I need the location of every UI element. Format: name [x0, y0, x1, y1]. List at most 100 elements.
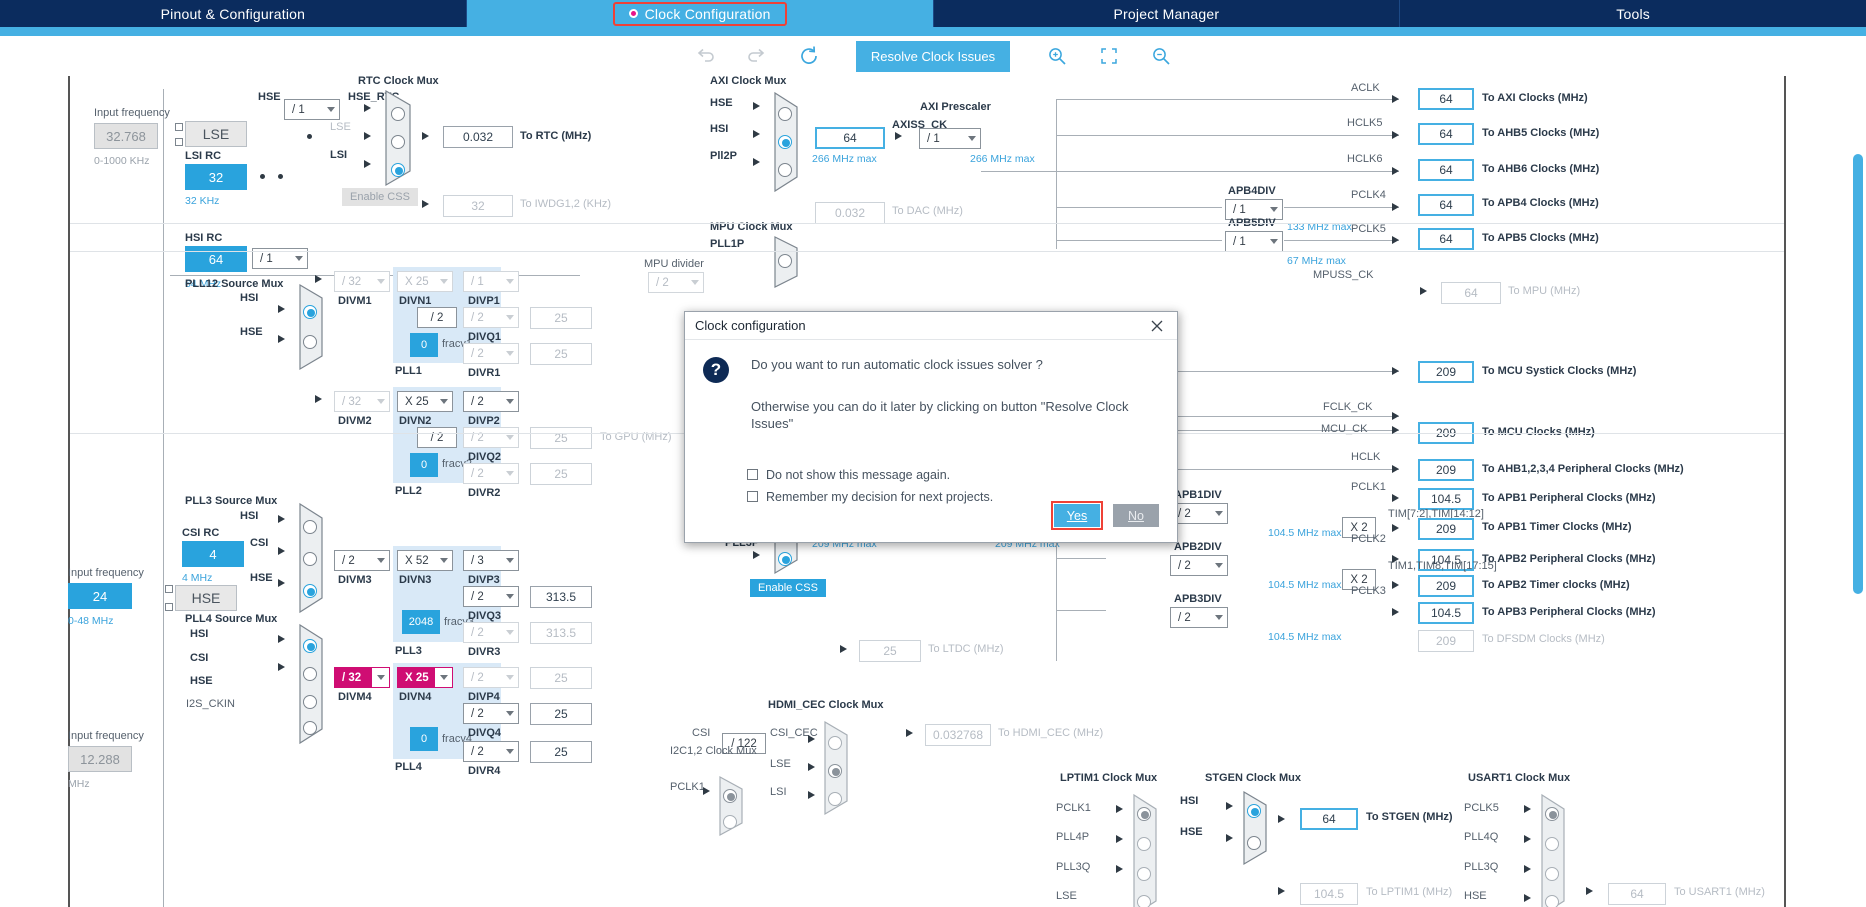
pll4-source-mux[interactable] — [298, 623, 330, 750]
divq1-select[interactable]: / 2 — [463, 307, 519, 328]
divq4-select[interactable]: / 2 — [463, 703, 519, 724]
pll3-source-mux[interactable] — [298, 502, 330, 619]
lse-input-frequency-value[interactable]: 32.768 — [94, 123, 158, 149]
hdmi-mux-option-0[interactable] — [828, 736, 842, 750]
divr4-result[interactable]: 25 — [530, 741, 592, 763]
zoom-out-icon[interactable] — [1148, 43, 1174, 69]
rtc-clock-mux[interactable] — [384, 89, 418, 192]
divn2-select[interactable]: X 25 — [397, 391, 453, 412]
divp3-select[interactable]: / 3 — [463, 550, 519, 571]
divm1-select[interactable]: / 32 — [334, 271, 390, 292]
fracv4-value[interactable]: 0 — [410, 727, 438, 751]
pll4-mux-option-3[interactable] — [303, 721, 317, 735]
close-icon[interactable] — [1147, 316, 1167, 336]
hclk5-output-value[interactable]: 64 — [1418, 123, 1474, 145]
divp1-select[interactable]: / 1 — [463, 271, 519, 292]
divn4-select[interactable]: X 25 — [397, 667, 453, 688]
mpu-divider-select[interactable]: / 2 — [648, 272, 704, 293]
hse-rtc-prescaler-select[interactable]: / 1 — [284, 99, 340, 120]
axi-mux-option-1[interactable] — [778, 135, 792, 149]
tab-clock-configuration[interactable]: Clock Configuration — [466, 0, 934, 27]
lptim1-mux-option-1[interactable] — [1137, 837, 1151, 851]
lptim1-mux-option-2[interactable] — [1137, 867, 1151, 881]
mpu-clock-mux[interactable] — [773, 235, 805, 294]
axi-mux-option-2[interactable] — [778, 163, 792, 177]
reset-icon[interactable] — [796, 43, 822, 69]
pll3-mux-option-0[interactable] — [303, 520, 317, 534]
hclk6-output-value[interactable]: 64 — [1418, 159, 1474, 181]
no-button[interactable]: No — [1113, 504, 1159, 527]
pll12-source-mux[interactable] — [298, 283, 330, 376]
stgen-output-value[interactable]: 64 — [1300, 808, 1358, 830]
i2c12-clock-mux[interactable] — [718, 775, 750, 842]
scrollbar-thumb[interactable] — [1853, 154, 1863, 594]
tab-pinout-configuration[interactable]: Pinout & Configuration — [0, 0, 467, 27]
pll12-mux-option-1[interactable] — [303, 335, 317, 349]
mpu-mux-option-0[interactable] — [778, 254, 792, 268]
divr2-select[interactable]: / 2 — [463, 463, 519, 484]
usart1-mux-option-3[interactable] — [1545, 895, 1559, 907]
hse-box[interactable]: HSE — [175, 585, 237, 611]
stgen-mux-option-1[interactable] — [1247, 836, 1261, 850]
hsi-rc-box[interactable]: 64 — [185, 246, 247, 272]
divm4-select[interactable]: / 32 — [334, 667, 390, 688]
do-not-show-again-checkbox[interactable]: Do not show this message again. — [747, 468, 1177, 482]
apb3-peripheral-output-value[interactable]: 104.5 — [1418, 602, 1474, 624]
rtc-mux-option-0[interactable] — [391, 107, 405, 121]
divr4-select[interactable]: / 2 — [463, 741, 519, 762]
apb1-peripheral-output-value[interactable]: 104.5 — [1418, 488, 1474, 510]
apb5div-select[interactable]: / 1 — [1225, 231, 1283, 252]
pll4-mux-option-2[interactable] — [303, 695, 317, 709]
mcu-systick-output-value[interactable]: 209 — [1418, 361, 1474, 383]
hse-input-frequency-value[interactable]: 24 — [68, 583, 132, 609]
rtc-mux-option-1[interactable] — [391, 135, 405, 149]
apb3div-select[interactable]: / 2 — [1170, 607, 1228, 628]
divm3-select[interactable]: / 2 — [334, 550, 390, 571]
fracv2-value[interactable]: 0 — [410, 453, 438, 477]
yes-button[interactable]: Yes — [1054, 504, 1100, 527]
redo-icon[interactable] — [744, 43, 770, 69]
mcu-mux-option-3[interactable] — [778, 552, 792, 566]
hdmi-cec-clock-mux[interactable] — [823, 720, 855, 821]
divr3-select[interactable]: / 2 — [463, 622, 519, 643]
axi-prescaler-select[interactable]: / 1 — [919, 128, 981, 149]
i2c-mux-option-1[interactable] — [723, 815, 737, 829]
resolve-clock-issues-button[interactable]: Resolve Clock Issues — [855, 40, 1011, 72]
lse-css-button[interactable]: Enable CSS — [342, 188, 418, 206]
fit-to-screen-icon[interactable] — [1096, 43, 1122, 69]
divq3-result[interactable]: 313.5 — [530, 586, 592, 608]
usart1-mux-option-1[interactable] — [1545, 837, 1559, 851]
apb2div-select[interactable]: / 2 — [1170, 555, 1228, 576]
divn1-select[interactable]: X 25 — [397, 271, 453, 292]
fracv3-value[interactable]: 2048 — [402, 610, 440, 634]
pll4-mux-option-0[interactable] — [303, 639, 317, 653]
divq3-select[interactable]: / 2 — [463, 586, 519, 607]
usart1-clock-mux[interactable] — [1540, 793, 1572, 907]
divp2-select[interactable]: / 2 — [463, 391, 519, 412]
apb2-timer-output-value[interactable]: 209 — [1418, 575, 1474, 597]
apb1-timer-output-value[interactable]: 209 — [1418, 518, 1474, 540]
tab-tools[interactable]: Tools — [1400, 0, 1866, 27]
hdmi-mux-option-1[interactable] — [828, 764, 842, 778]
i2c-mux-option-0[interactable] — [723, 789, 737, 803]
hdmi-mux-option-2[interactable] — [828, 792, 842, 806]
axi-clock-mux[interactable] — [773, 91, 805, 198]
hse-css-button[interactable]: Enable CSS — [750, 579, 826, 597]
pll12-mux-option-0[interactable] — [303, 305, 317, 319]
lptim1-mux-option-0[interactable] — [1137, 807, 1151, 821]
pll3-mux-option-2[interactable] — [303, 584, 317, 598]
lsi-rc-box[interactable]: 32 — [185, 164, 247, 190]
divm2-select[interactable]: / 32 — [334, 391, 390, 412]
csi-rc-box[interactable]: 4 — [182, 541, 244, 567]
pll4-mux-option-1[interactable] — [303, 667, 317, 681]
zoom-in-icon[interactable] — [1044, 43, 1070, 69]
clock-configuration-dialog[interactable]: Clock configuration ? Do you want to run… — [684, 311, 1178, 543]
ahb-peripheral-output-value[interactable]: 209 — [1418, 459, 1474, 481]
lse-box[interactable]: LSE — [185, 121, 247, 147]
divp4-select[interactable]: / 2 — [463, 667, 519, 688]
stgen-clock-mux[interactable] — [1242, 790, 1274, 871]
pclk4-output-value[interactable]: 64 — [1418, 194, 1474, 216]
vertical-scrollbar[interactable] — [1853, 154, 1863, 907]
pclk5-output-value[interactable]: 64 — [1418, 228, 1474, 250]
axi-mux-option-0[interactable] — [778, 107, 792, 121]
